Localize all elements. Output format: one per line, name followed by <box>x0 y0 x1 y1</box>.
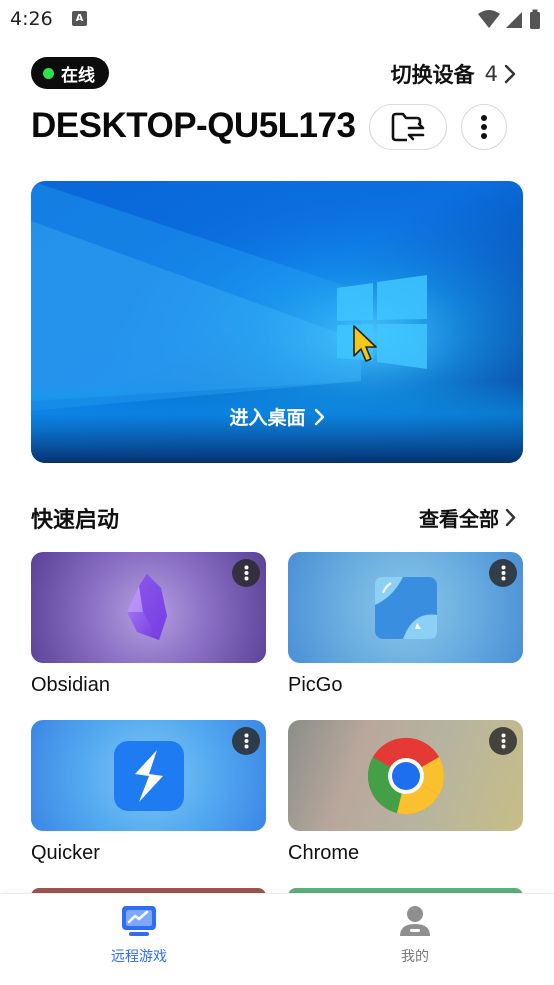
app-name-chrome: Chrome <box>288 842 360 864</box>
switch-device-button[interactable]: 切换设备 4 <box>391 59 516 89</box>
status-badge-label: 在线 <box>61 65 95 86</box>
device-name-title: DESKTOP-QU5L173 <box>31 106 356 145</box>
app-card-chrome[interactable] <box>288 720 523 831</box>
app-more-button[interactable] <box>232 559 260 587</box>
profile-icon <box>400 906 430 936</box>
nav-me[interactable]: 我的 <box>355 904 475 966</box>
chevron-right-icon <box>505 508 516 527</box>
app-card-picgo[interactable] <box>288 552 523 663</box>
enter-desktop-card[interactable]: 进入桌面 <box>31 181 523 463</box>
view-all-label: 查看全部 <box>419 507 499 531</box>
remote-game-icon <box>122 906 156 936</box>
nav-remote-game[interactable]: 远程游戏 <box>79 904 199 966</box>
status-bar: 4:26 A <box>0 0 554 40</box>
app-card-quicker[interactable] <box>31 720 266 831</box>
bottom-navigation: 远程游戏 我的 <box>0 893 554 985</box>
chevron-right-icon <box>504 64 516 84</box>
enter-desktop-label-row: 进入桌面 <box>31 403 523 430</box>
file-transfer-button[interactable] <box>369 104 447 150</box>
chevron-right-icon <box>314 408 324 425</box>
nav-remote-game-label: 远程游戏 <box>111 949 167 965</box>
obsidian-icon <box>126 573 167 640</box>
system-status-icons <box>478 9 540 29</box>
app-name-picgo: PicGo <box>288 674 343 696</box>
online-dot-icon <box>43 67 54 79</box>
quicker-icon <box>113 740 184 811</box>
nav-me-label: 我的 <box>401 949 429 965</box>
more-vertical-icon <box>501 733 505 749</box>
app-name-quicker: Quicker <box>31 842 100 864</box>
notification-icon: A <box>72 11 87 26</box>
app-card-obsidian[interactable] <box>31 552 266 663</box>
app-more-button[interactable] <box>232 727 260 755</box>
app-more-button[interactable] <box>489 727 517 755</box>
chrome-icon <box>367 737 444 814</box>
folder-transfer-icon <box>391 112 425 142</box>
status-time: 4:26 <box>10 8 53 30</box>
more-vertical-icon <box>244 733 248 749</box>
online-status-badge: 在线 <box>31 57 109 89</box>
view-all-button[interactable]: 查看全部 <box>419 503 516 532</box>
more-vertical-icon <box>244 565 248 581</box>
app-name-obsidian: Obsidian <box>31 674 110 696</box>
more-vertical-icon <box>481 115 487 139</box>
wifi-icon <box>478 10 500 28</box>
signal-icon <box>506 12 522 28</box>
switch-device-label: 切换设备 <box>390 63 475 87</box>
enter-desktop-label: 进入桌面 <box>229 407 306 429</box>
device-count: 4 <box>484 62 498 86</box>
more-options-button[interactable] <box>461 104 507 150</box>
picgo-icon <box>374 576 437 639</box>
more-vertical-icon <box>501 565 505 581</box>
quick-launch-title: 快速启动 <box>31 508 120 533</box>
app-more-button[interactable] <box>489 559 517 587</box>
battery-icon <box>530 12 540 29</box>
